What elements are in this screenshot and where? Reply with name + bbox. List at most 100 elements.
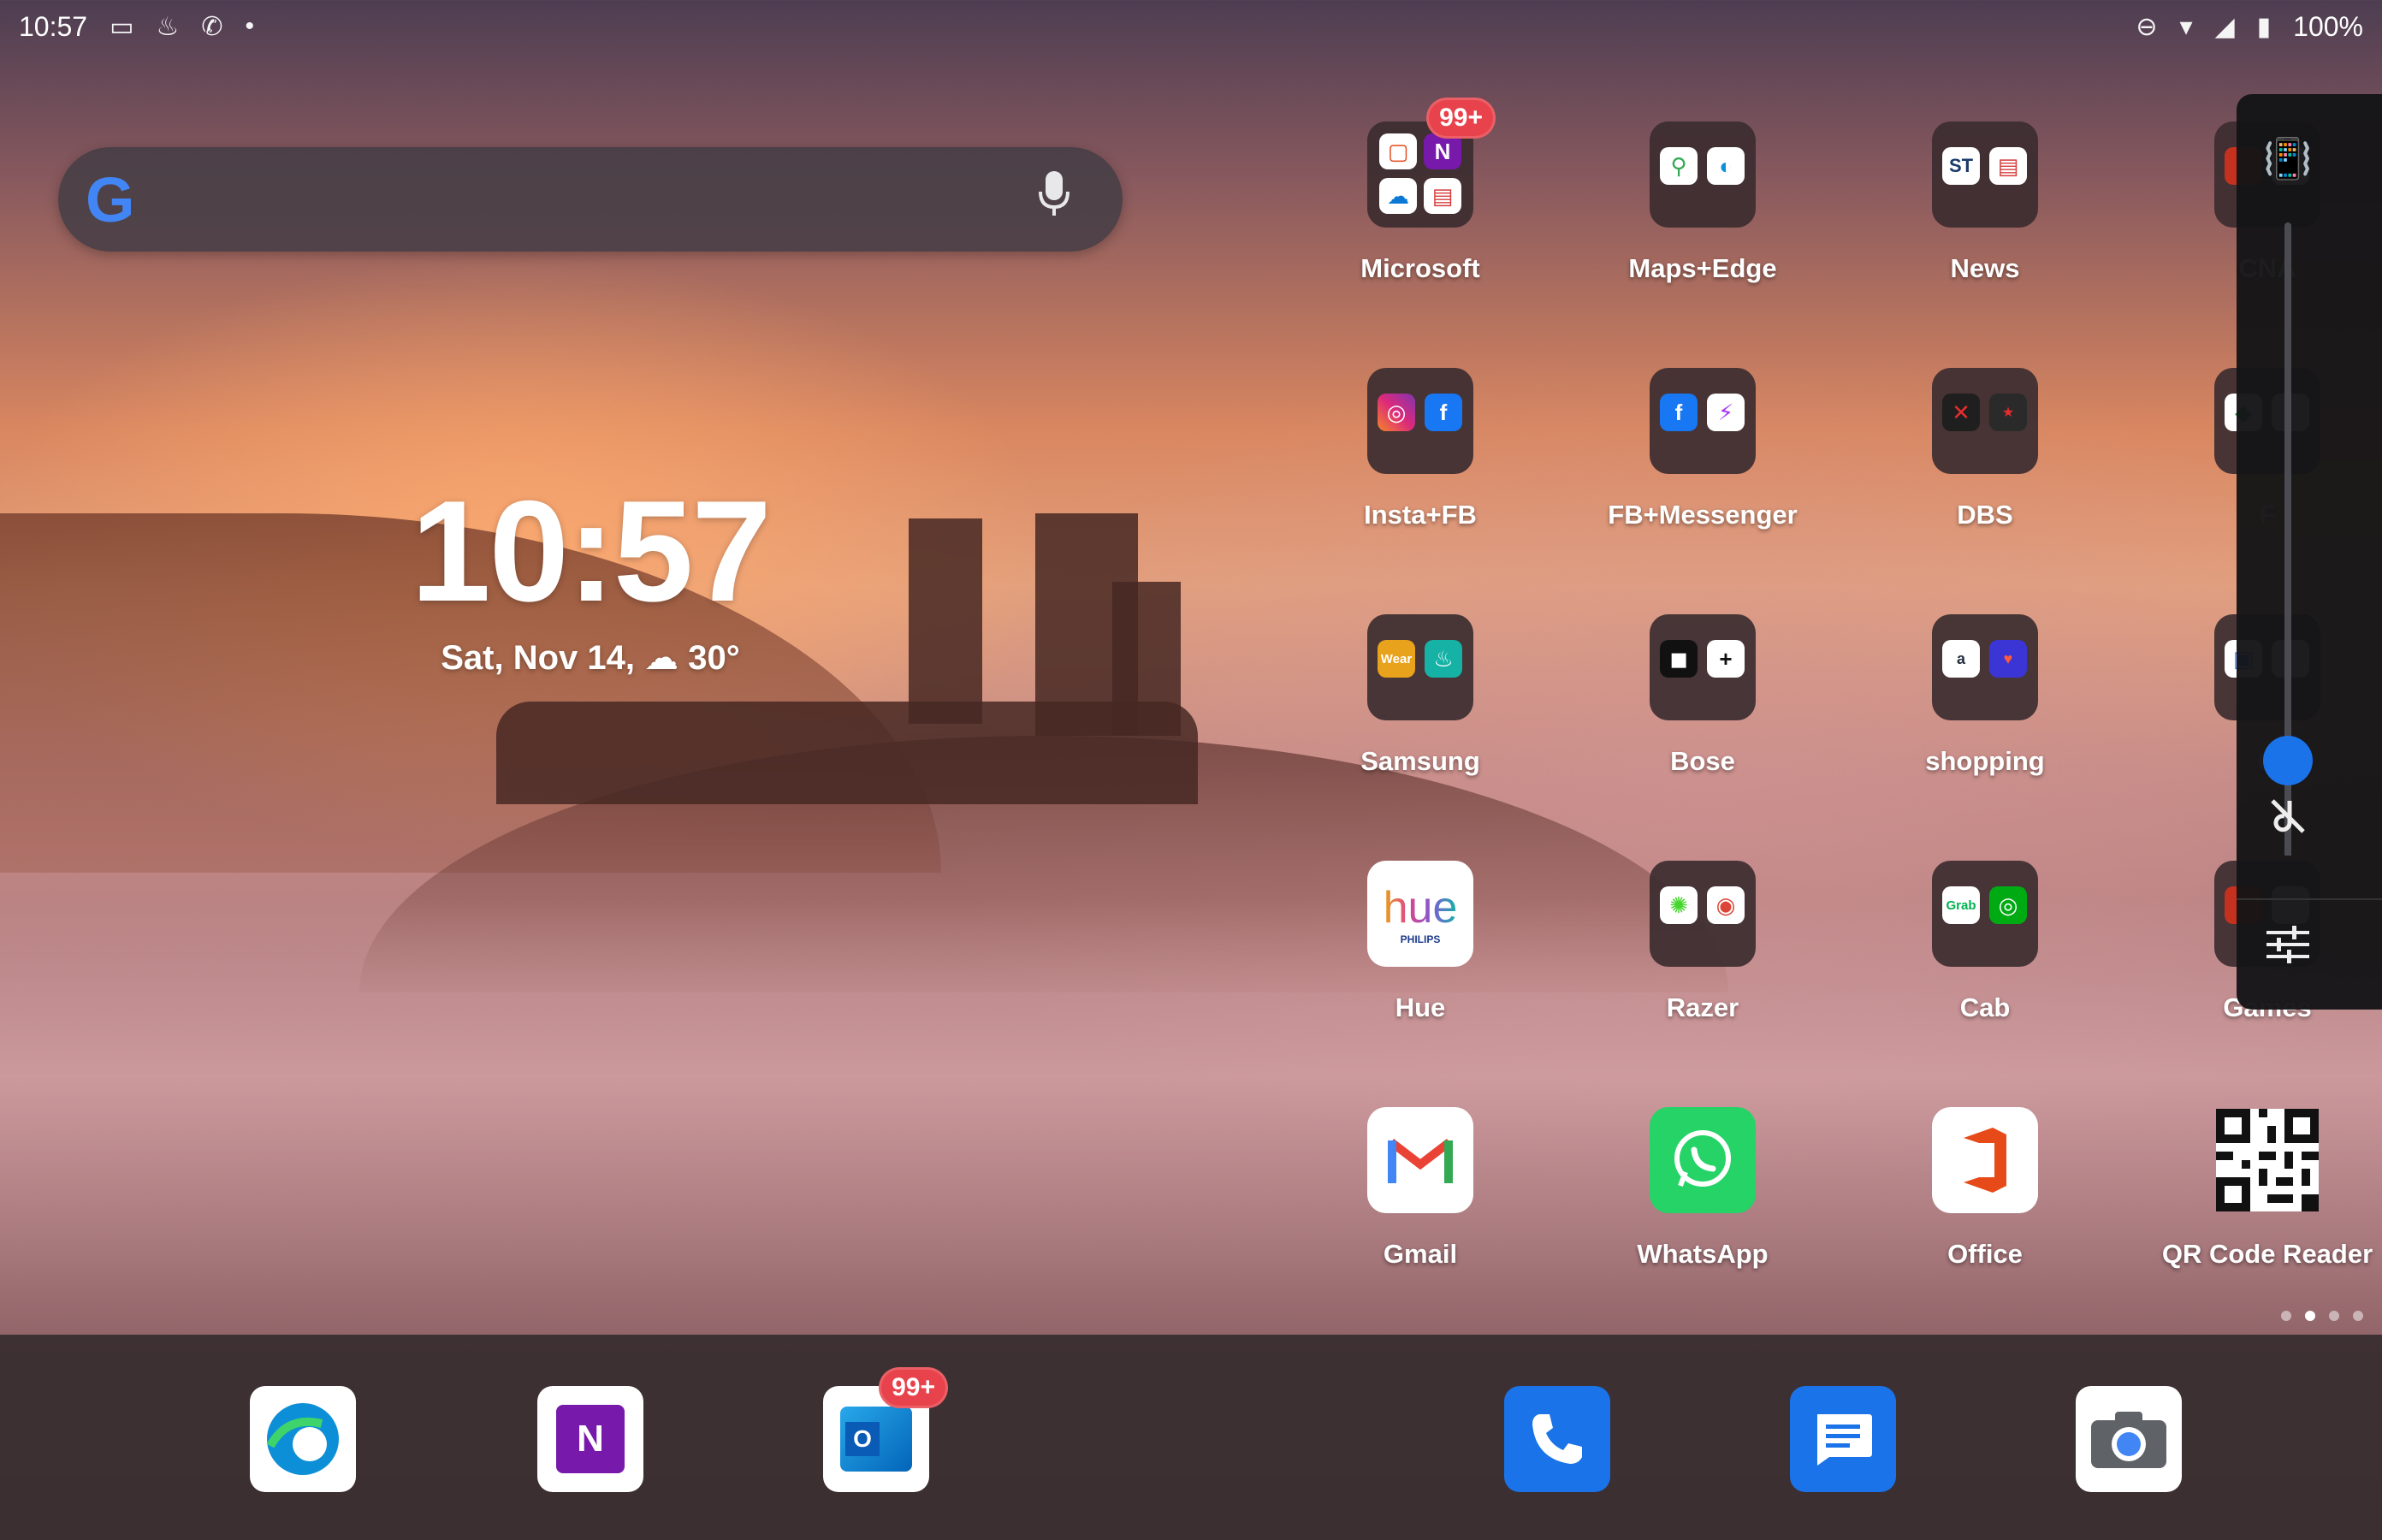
fitness-icon: ♨ (156, 12, 180, 41)
phone-icon (1532, 1414, 1582, 1464)
dock-messages[interactable] (1790, 1386, 1896, 1492)
news-mini-icon: ▤ (1989, 147, 2027, 185)
app-label: FB+Messenger (1608, 500, 1798, 530)
onenote-icon: N (556, 1405, 625, 1473)
folder-icon: Grab ◎ (1932, 861, 2038, 967)
dock-edge[interactable] (250, 1386, 356, 1492)
folder-icon: ▢ N ☁ ▤ 99+ (1367, 98, 1496, 228)
dock: N O 99+ (0, 1335, 2382, 1540)
divider (2237, 898, 2382, 900)
outlook-icon: O (840, 1407, 912, 1472)
dock-outlook[interactable]: O 99+ (823, 1367, 948, 1492)
news-mini-icon: ▤ (1424, 178, 1461, 214)
do-not-disturb-icon: ⊖ (2136, 12, 2158, 41)
folder-icon: ◎ f (1367, 368, 1473, 474)
dock-phone[interactable] (1504, 1386, 1610, 1492)
page-indicator (2281, 1311, 2363, 1321)
messages-icon (1817, 1414, 1872, 1466)
media-muted-icon[interactable] (2237, 796, 2339, 847)
clock-date-weather: Sat, Nov 14, ☁ 30° (394, 638, 787, 678)
app-folder-maps-edge[interactable]: ⚲ ◐ Maps+Edge (1574, 121, 1831, 284)
hue-icon: hue PHILIPS (1367, 861, 1473, 967)
office-icon (1932, 1107, 2038, 1213)
signal-icon: ◢ (2214, 12, 2235, 41)
status-time: 10:57 (19, 10, 88, 42)
folder-icon: a ♥ (1932, 614, 2038, 720)
dock-camera[interactable] (2076, 1386, 2182, 1492)
app-folder-fb-messenger[interactable]: f ⚡ FB+Messenger (1574, 368, 1831, 530)
date-text: Sat, Nov 14, (441, 639, 635, 677)
galaxy-wear-mini-icon: Wear (1378, 640, 1415, 678)
app-folder-insta-fb[interactable]: ◎ f Insta+FB (1292, 368, 1549, 530)
app-label: Gmail (1383, 1239, 1458, 1269)
more-notifications-icon: • (245, 12, 254, 40)
app-label: Samsung (1360, 746, 1480, 776)
qr-code-icon (2214, 1107, 2320, 1213)
sound-settings-icon[interactable] (2237, 924, 2339, 974)
vibrate-ring-icon[interactable]: 📳 (2237, 135, 2339, 182)
app-label: Bose (1670, 746, 1735, 776)
straits-times-mini-icon: ST (1942, 147, 1980, 185)
google-logo-icon: G (86, 163, 135, 235)
clock-time: 10:57 (411, 471, 772, 631)
clock-widget[interactable]: 10:57 Sat, Nov 14, ☁ 30° (394, 479, 787, 678)
app-label: QR Code Reader (2161, 1239, 2373, 1269)
maps-mini-icon: ⚲ (1660, 147, 1698, 185)
edge-mini-icon: ◐ (1707, 147, 1745, 185)
wallpaper-castle-ruin (909, 518, 982, 724)
notification-badge: 99+ (1426, 98, 1496, 139)
app-label: Maps+Edge (1628, 253, 1777, 283)
notification-badge: 99+ (879, 1367, 948, 1408)
sim-card-icon: ▭ (110, 12, 134, 41)
page-dot (2305, 1311, 2315, 1321)
app-folder-microsoft[interactable]: ▢ N ☁ ▤ 99+ Microsoft (1292, 98, 1549, 284)
samsung-health-mini-icon: ♨ (1425, 640, 1462, 678)
app-folder-news[interactable]: ST ▤ News (1857, 121, 2113, 284)
facebook-mini-icon: f (1425, 394, 1462, 431)
camera-icon (2091, 1412, 2166, 1468)
app-folder-dbs[interactable]: ✕ ★ DBS (1857, 368, 2113, 530)
weather-cloudy-icon: ☁ (644, 639, 679, 677)
grab-mini-icon: Grab (1942, 886, 1980, 924)
app-whatsapp[interactable]: WhatsApp (1574, 1107, 1831, 1270)
office-mini-icon: ▢ (1379, 133, 1417, 169)
gmail-icon (1367, 1107, 1473, 1213)
facebook-mini-icon: f (1660, 394, 1698, 431)
wallpaper-castle-ruin (496, 702, 1198, 804)
bose-connect-mini-icon: + (1707, 640, 1745, 678)
call-forward-icon: ✆ (201, 12, 223, 41)
volume-panel[interactable]: 📳 (2237, 94, 2382, 1010)
app-folder-bose[interactable]: ◼ + Bose (1574, 614, 1831, 777)
app-label: WhatsApp (1637, 1239, 1769, 1269)
app-hue[interactable]: hue PHILIPS Hue (1292, 861, 1549, 1023)
razer-mini-icon: ✺ (1660, 886, 1698, 924)
dbs-mini-icon: ✕ (1942, 394, 1980, 431)
dock-onenote[interactable]: N (537, 1386, 643, 1492)
status-bar: 10:57 ▭ ♨ ✆ • ⊖ ▾ ◢ ▮ 100% (0, 0, 2382, 53)
page-dot (2329, 1311, 2339, 1321)
folder-icon: f ⚡ (1650, 368, 1756, 474)
microphone-icon[interactable] (1037, 169, 1071, 230)
app-folder-razer[interactable]: ✺ ◉ Razer (1574, 861, 1831, 1023)
app-folder-shopping[interactable]: a ♥ shopping (1857, 614, 2113, 777)
paylah-mini-icon: ★ (1989, 394, 2027, 431)
app-label: Insta+FB (1364, 500, 1477, 530)
google-search-bar[interactable]: G (58, 147, 1123, 252)
edge-icon (266, 1403, 339, 1475)
app-label: Microsoft (1360, 253, 1480, 283)
app-qr-code-reader[interactable]: QR Code Reader (2139, 1107, 2382, 1270)
app-folder-cab[interactable]: Grab ◎ Cab (1857, 861, 2113, 1023)
app-label: Hue (1395, 992, 1446, 1022)
app-office[interactable]: Office (1857, 1107, 2113, 1270)
app-label: Razer (1666, 992, 1739, 1022)
app-folder-samsung[interactable]: Wear ♨ Samsung (1292, 614, 1549, 777)
battery-percent: 100% (2293, 10, 2363, 42)
app-label: News (1950, 253, 2020, 283)
bose-music-mini-icon: ◼ (1660, 640, 1698, 678)
temperature: 30° (688, 639, 740, 677)
app-gmail[interactable]: Gmail (1292, 1107, 1549, 1270)
app-label: DBS (1957, 500, 2013, 530)
onenote-mini-icon: N (1424, 133, 1461, 169)
volume-slider-handle[interactable] (2263, 736, 2313, 785)
amazon-mini-icon: a (1942, 640, 1980, 678)
